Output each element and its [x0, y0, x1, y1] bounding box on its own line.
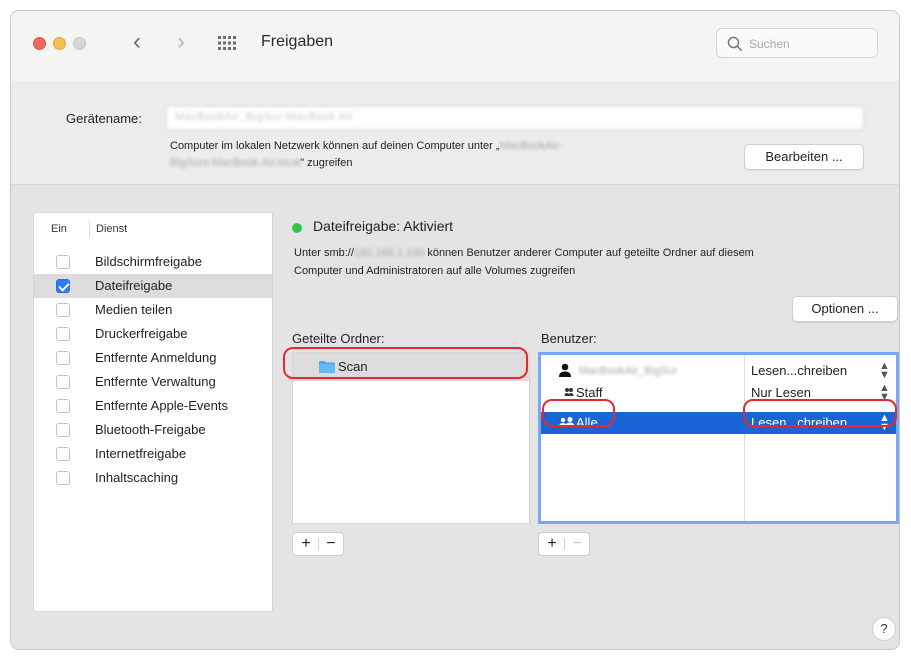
service-row-internetfreigabe[interactable]: Internetfreigabe	[34, 442, 272, 466]
service-label: Medien teilen	[95, 302, 173, 317]
service-label: Entfernte Apple-Events	[95, 398, 228, 413]
user-add-remove-control: + −	[538, 532, 590, 556]
service-list: Ein Dienst Bildschirmfreigabe Dateifreig…	[33, 212, 273, 612]
network-info-prefix: Computer im lokalen Netzwerk können auf …	[170, 140, 500, 152]
service-label: Inhaltscaching	[95, 470, 179, 485]
device-name-field[interactable]: MacBookAir_BigSur-MacBook Air	[166, 106, 864, 130]
device-name-label: Gerätename:	[66, 111, 142, 126]
stepper-updown-icon[interactable]: ▲ ▼	[879, 361, 890, 381]
service-label: Internetfreigabe	[95, 446, 187, 461]
title-bar: ‹ › Freigaben	[11, 11, 899, 81]
add-user-button[interactable]: +	[540, 534, 564, 554]
search-input[interactable]	[747, 34, 867, 54]
service-checkbox[interactable]	[56, 375, 70, 389]
user-permission[interactable]: Nur Lesen	[751, 385, 811, 400]
description-suffix: können Benutzer anderer Computer auf get…	[424, 247, 754, 259]
service-label: Entfernte Anmeldung	[95, 350, 217, 365]
service-row-bluetooth-freigabe[interactable]: Bluetooth-Freigabe	[34, 418, 272, 442]
options-button[interactable]: Optionen ...	[792, 296, 898, 322]
service-row-inhaltscaching[interactable]: Inhaltscaching	[34, 466, 272, 490]
service-checkbox[interactable]	[56, 423, 70, 437]
service-label: Bildschirmfreigabe	[95, 254, 202, 269]
column-header-on: Ein	[51, 223, 67, 235]
column-header-service: Dienst	[96, 223, 128, 235]
service-row-druckerfreigabe[interactable]: Druckerfreigabe	[34, 322, 272, 346]
service-checkbox[interactable]	[56, 399, 70, 413]
service-row-entfernte-anmeldung[interactable]: Entfernte Anmeldung	[34, 346, 272, 370]
status-description: Unter smb://192.168.1.100 können Benutze…	[294, 244, 894, 280]
search-icon	[727, 36, 743, 52]
show-all-grid-icon[interactable]	[218, 35, 238, 51]
service-checkbox[interactable]	[56, 351, 70, 365]
service-checkbox[interactable]	[56, 471, 70, 485]
system-preferences-window: ‹ › Freigaben Gerätename: MacBookAir_Big…	[10, 10, 900, 650]
service-checkbox[interactable]	[56, 447, 70, 461]
highlight-user-alle	[542, 399, 615, 427]
window-title: Freigaben	[261, 33, 334, 50]
service-list-header: Ein Dienst	[34, 213, 272, 243]
service-label: Dateifreigabe	[95, 278, 173, 293]
edit-button[interactable]: Bearbeiten ...	[744, 144, 864, 170]
service-row-entfernte-verwaltung[interactable]: Entfernte Verwaltung	[34, 370, 272, 394]
users-label: Benutzer:	[541, 331, 597, 346]
service-checkbox[interactable]	[56, 327, 70, 341]
forward-chevron-icon[interactable]: ›	[171, 27, 191, 57]
user-permission[interactable]: Lesen...chreiben	[751, 363, 847, 378]
shared-folders-label: Geteilte Ordner:	[292, 331, 385, 346]
remove-user-button[interactable]: −	[565, 534, 589, 554]
group-icon	[564, 388, 574, 396]
add-folder-button[interactable]: +	[294, 534, 318, 554]
network-host-blurred: MacBookAir-	[499, 140, 563, 152]
column-divider	[89, 221, 90, 237]
highlight-shared-folder	[283, 347, 528, 379]
back-chevron-icon[interactable]: ‹	[127, 27, 147, 57]
minimize-window-button[interactable]	[53, 37, 66, 50]
service-label: Druckerfreigabe	[95, 326, 188, 341]
user-name: Staff	[576, 385, 603, 400]
service-row-medien-teilen[interactable]: Medien teilen	[34, 298, 272, 322]
service-checkbox[interactable]	[56, 303, 70, 317]
status-indicator-dot	[292, 223, 302, 233]
network-info-suffix: " zugreifen	[300, 157, 353, 169]
description-line-2: Computer und Administratoren auf alle Vo…	[294, 265, 576, 277]
search-field[interactable]	[716, 28, 878, 58]
folder-add-remove-control: + −	[292, 532, 344, 556]
user-row-owner[interactable]: MacBookAir_BigSur Lesen...chreiben ▲ ▼	[541, 360, 896, 382]
remove-folder-button[interactable]: −	[319, 534, 343, 554]
service-checkbox-checked[interactable]	[56, 279, 70, 293]
users-list: MacBookAir_BigSur Lesen...chreiben ▲ ▼ St…	[538, 352, 899, 524]
highlight-permission	[743, 399, 897, 427]
zoom-window-button[interactable]	[73, 37, 86, 50]
service-row-bildschirmfreigabe[interactable]: Bildschirmfreigabe	[34, 250, 272, 274]
network-host-blurred-2: BigSurs-MacBook-Air.local	[170, 157, 301, 169]
user-name-blurred: MacBookAir_BigSur	[579, 365, 678, 377]
service-label: Bluetooth-Freigabe	[95, 422, 206, 437]
description-prefix: Unter smb://	[294, 247, 354, 259]
network-info-text: Computer im lokalen Netzwerk können auf …	[170, 138, 710, 172]
service-checkbox[interactable]	[56, 255, 70, 269]
smb-address-blurred: 192.168.1.100	[353, 247, 425, 259]
service-row-dateifreigabe[interactable]: Dateifreigabe	[34, 274, 272, 298]
service-row-entfernte-apple-events[interactable]: Entfernte Apple-Events	[34, 394, 272, 418]
close-window-button[interactable]	[33, 37, 46, 50]
status-title: Dateifreigabe: Aktiviert	[313, 218, 454, 234]
person-icon	[559, 363, 571, 377]
service-label: Entfernte Verwaltung	[95, 374, 216, 389]
help-button[interactable]: ?	[872, 617, 896, 641]
